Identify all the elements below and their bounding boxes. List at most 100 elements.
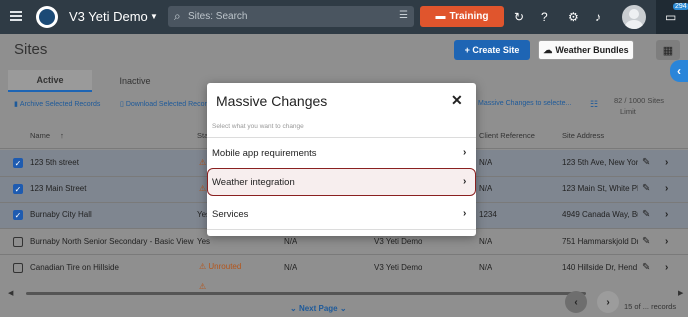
training-icon: ▬ (435, 11, 446, 22)
search-bar[interactable]: ⌕ ☰ (168, 6, 414, 27)
tab-inactive[interactable]: Inactive (92, 70, 178, 92)
chevron-right-icon[interactable]: › (665, 209, 668, 220)
chevron-right-icon: › (463, 208, 467, 219)
chevron-right-icon[interactable]: › (665, 236, 668, 247)
chevron-right-icon[interactable]: › (665, 262, 668, 273)
option-label: Services (212, 209, 249, 220)
search-input[interactable] (188, 9, 388, 24)
refresh-icon[interactable]: ↻ (514, 10, 524, 24)
training-button[interactable]: ▬ Training (420, 6, 504, 27)
scroll-right-icon[interactable]: ▶ (678, 289, 683, 297)
gear-icon[interactable]: ⚙ (568, 10, 579, 24)
hamburger-menu-icon[interactable] (10, 11, 22, 21)
site-limit: 82 / 1000 Sites Limit (614, 95, 664, 117)
chevron-right-icon: › (463, 147, 467, 158)
download-label: Download Selected Records (125, 100, 215, 108)
site-name[interactable]: 123 Main Street (30, 184, 190, 193)
pencil-icon[interactable]: ✎ (642, 183, 650, 194)
create-site-button[interactable]: + Create Site (454, 40, 530, 60)
close-icon[interactable]: ✕ (451, 92, 463, 109)
bell-icon[interactable]: ♪ (595, 10, 601, 24)
option-services[interactable]: Services › (207, 200, 476, 228)
chat-button[interactable]: ▭ 294 (656, 0, 688, 34)
tab-active[interactable]: Active (8, 70, 92, 92)
pencil-icon[interactable]: ✎ (642, 262, 650, 273)
warning-icon: ⚠ (199, 184, 207, 193)
table-row[interactable]: Canadian Tire on Hillside ⚠ Unrouted N/A… (0, 255, 688, 281)
archive-selected-button[interactable]: ▮ Archive Selected Records (14, 100, 101, 109)
modal-subtitle: Select what you want to change (212, 123, 304, 130)
chevron-down-icon: ⌄ (290, 304, 297, 313)
status-value: Unrouted (208, 262, 242, 271)
cloud-icon: ☁ (543, 44, 553, 55)
option-label: Mobile app requirements (212, 148, 317, 159)
next-page-label: Next Page (298, 304, 338, 313)
search-icon: ⌕ (174, 9, 181, 23)
sort-arrow-up-icon: ↑ (60, 131, 64, 140)
collapse-panel-chevron-icon[interactable]: ‹ (670, 60, 688, 82)
row-checkbox[interactable]: ✓ (13, 184, 23, 194)
option-weather-integration[interactable]: Weather integration › (207, 168, 476, 196)
pencil-icon[interactable]: ✎ (642, 209, 650, 220)
option-label: Weather integration (212, 177, 295, 188)
site-name[interactable]: Burnaby North Senior Secondary - Basic V… (30, 237, 194, 246)
chevron-right-icon[interactable]: › (665, 183, 668, 194)
client-reference: 1234 (479, 210, 497, 219)
row-checkbox[interactable] (13, 237, 23, 247)
status-value: Yes (197, 237, 211, 246)
row-checkbox[interactable] (13, 263, 23, 273)
client-reference: N/A (479, 158, 493, 167)
field-value: N/A (284, 263, 298, 272)
scroll-left-icon[interactable]: ◀ (8, 289, 13, 297)
weather-bundles-button[interactable]: ☁ Weather Bundles (538, 40, 634, 60)
column-header-client-reference[interactable]: Client Reference (479, 131, 535, 140)
scrollbar-thumb[interactable] (26, 292, 586, 295)
site-address: 751 Hammarskjold Dr (562, 237, 638, 246)
modal-title: Massive Changes (216, 93, 328, 109)
site-name[interactable]: Burnaby City Hall (30, 210, 190, 219)
site-limit-count: 82 / 1000 Sites (614, 96, 665, 105)
chevron-down-icon: ⌄ (339, 304, 347, 313)
avatar[interactable] (622, 5, 646, 29)
app-logo[interactable] (36, 6, 58, 28)
site-address: 4949 Canada Way, Bu (562, 210, 638, 219)
list-icon: ☷ (590, 99, 599, 109)
client-name: V3 Yeti Demo (374, 237, 423, 246)
unrouted-status: ⚠ Unrouted (199, 262, 241, 271)
site-name[interactable]: 123 5th street (30, 158, 190, 167)
download-selected-button[interactable]: ▯ Download Selected Records (120, 100, 215, 109)
column-header-name[interactable]: Name ↑ (30, 131, 64, 140)
archive-label: Archive Selected Records (19, 100, 101, 108)
site-name[interactable]: Canadian Tire on Hillside (30, 263, 194, 272)
row-checkbox[interactable]: ✓ (13, 158, 23, 168)
page-title: Sites (14, 41, 48, 58)
chat-icon: ▭ (665, 10, 677, 24)
row-checkbox[interactable]: ✓ (13, 210, 23, 220)
chevron-right-icon[interactable]: › (665, 157, 668, 168)
site-address: 123 Main St, White Pl (562, 184, 638, 193)
help-icon[interactable]: ? (541, 10, 548, 24)
grid-view-icon[interactable]: ▦ (656, 40, 680, 60)
column-header-name-label: Name (30, 131, 51, 140)
field-value: N/A (284, 237, 298, 246)
next-page-arrow-button[interactable]: › (597, 291, 619, 313)
warning-icon: ⚠ (199, 262, 207, 271)
warning-icon: ⚠ (199, 282, 207, 291)
records-count: 15 of ... records (624, 302, 677, 311)
pencil-icon[interactable]: ✎ (642, 157, 650, 168)
column-header-site-address[interactable]: Site Address (562, 131, 604, 140)
chevron-down-icon[interactable]: ▼ (150, 12, 158, 21)
site-address: 140 Hillside Dr, Hend (562, 263, 638, 272)
chat-badge: 294 (673, 3, 688, 10)
previous-page-button[interactable]: ‹ (565, 291, 587, 313)
filter-icon[interactable]: ☰ (399, 10, 408, 21)
training-label: Training (449, 11, 489, 22)
download-icon: ▯ (120, 101, 124, 108)
pencil-icon[interactable]: ✎ (642, 236, 650, 247)
next-page-link[interactable]: ⌄ Next Page ⌄ (290, 304, 347, 313)
massive-changes-button[interactable]: Massive Changes to selecte... (478, 100, 571, 107)
weather-bundles-label: Weather Bundles (555, 45, 629, 55)
option-mobile-app-requirements[interactable]: Mobile app requirements › (207, 139, 476, 167)
app-title[interactable]: V3 Yeti Demo (69, 9, 148, 24)
chevron-right-icon: › (463, 176, 467, 187)
